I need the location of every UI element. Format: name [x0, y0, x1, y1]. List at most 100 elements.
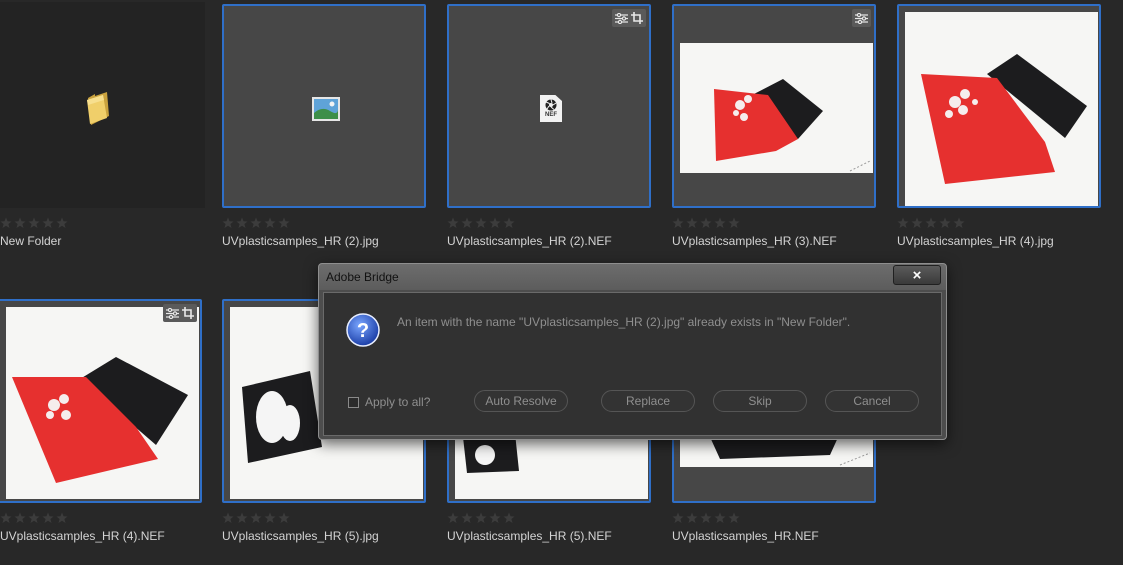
checkbox-box[interactable] — [348, 396, 359, 408]
adjust-icon — [615, 12, 628, 24]
photo-thumbnail — [905, 12, 1098, 206]
thumbnail-tile[interactable] — [0, 2, 205, 208]
star-icon[interactable] — [28, 217, 40, 229]
star-icon[interactable] — [503, 512, 515, 524]
star-icon[interactable] — [447, 217, 459, 229]
thumbnail-tile[interactable]: NEF — [447, 4, 651, 208]
star-icon[interactable] — [939, 217, 951, 229]
star-icon[interactable] — [953, 217, 965, 229]
star-icon[interactable] — [236, 512, 248, 524]
apply-to-all-label: Apply to all? — [365, 395, 431, 409]
file-name: UVplasticsamples_HR (3).NEF — [672, 234, 837, 248]
badge-group — [612, 9, 646, 27]
star-icon[interactable] — [686, 512, 698, 524]
star-rating[interactable] — [222, 512, 294, 524]
auto-resolve-button[interactable]: Auto Resolve — [474, 390, 568, 412]
thumbnail-tile[interactable] — [897, 4, 1101, 208]
folder-icon — [87, 92, 109, 125]
close-button[interactable]: × — [893, 265, 941, 285]
star-icon[interactable] — [250, 217, 262, 229]
photo-thumbnail — [680, 43, 873, 173]
star-icon[interactable] — [447, 512, 459, 524]
file-name: UVplasticsamples_HR (2).NEF — [447, 234, 612, 248]
adjust-icon — [166, 307, 179, 319]
skip-button[interactable]: Skip — [713, 390, 807, 412]
star-rating[interactable] — [222, 217, 294, 229]
star-icon[interactable] — [28, 512, 40, 524]
star-icon[interactable] — [925, 217, 937, 229]
star-icon[interactable] — [897, 217, 909, 229]
file-name: UVplasticsamples_HR (2).jpg — [222, 234, 379, 248]
crop-icon — [182, 307, 194, 319]
star-icon[interactable] — [278, 217, 290, 229]
star-icon[interactable] — [56, 217, 68, 229]
star-icon[interactable] — [503, 217, 515, 229]
star-rating[interactable] — [447, 217, 519, 229]
dialog-title: Adobe Bridge — [326, 270, 399, 284]
question-icon: ? — [346, 313, 380, 347]
aperture-icon — [545, 99, 557, 111]
star-rating[interactable] — [0, 512, 72, 524]
file-name: UVplasticsamples_HR (4).NEF — [0, 529, 165, 543]
star-icon[interactable] — [700, 512, 712, 524]
star-icon[interactable] — [250, 512, 262, 524]
conflict-dialog: Adobe Bridge × ? An item with the name "… — [318, 263, 947, 440]
adjust-icon — [855, 12, 868, 24]
star-rating[interactable] — [672, 512, 744, 524]
star-icon[interactable] — [42, 217, 54, 229]
star-icon[interactable] — [264, 512, 276, 524]
cancel-button[interactable]: Cancel — [825, 390, 919, 412]
star-icon[interactable] — [686, 217, 698, 229]
file-name: New Folder — [0, 234, 62, 248]
star-icon[interactable] — [728, 512, 740, 524]
nef-label: NEF — [545, 112, 557, 118]
close-icon: × — [912, 266, 922, 284]
star-icon[interactable] — [475, 217, 487, 229]
star-icon[interactable] — [14, 217, 26, 229]
badge-group — [852, 9, 871, 27]
star-icon[interactable] — [461, 512, 473, 524]
star-icon[interactable] — [911, 217, 923, 229]
star-icon[interactable] — [42, 512, 54, 524]
badge-group — [163, 304, 197, 322]
star-icon[interactable] — [700, 217, 712, 229]
svg-text:?: ? — [357, 320, 369, 342]
star-icon[interactable] — [222, 217, 234, 229]
file-name: UVplasticsamples_HR (5).NEF — [447, 529, 612, 543]
star-rating[interactable] — [0, 217, 72, 229]
dialog-message: An item with the name "UVplasticsamples_… — [397, 315, 851, 329]
star-icon[interactable] — [672, 512, 684, 524]
star-icon[interactable] — [728, 217, 740, 229]
star-icon[interactable] — [264, 217, 276, 229]
star-icon[interactable] — [461, 217, 473, 229]
star-icon[interactable] — [14, 512, 26, 524]
star-icon[interactable] — [236, 217, 248, 229]
star-icon[interactable] — [714, 217, 726, 229]
thumbnail-tile[interactable] — [672, 4, 876, 208]
crop-icon — [631, 12, 643, 24]
star-icon[interactable] — [489, 217, 501, 229]
nef-file-icon: NEF — [540, 95, 562, 122]
star-rating[interactable] — [672, 217, 744, 229]
photo-thumbnail — [6, 307, 199, 499]
replace-button[interactable]: Replace — [601, 390, 695, 412]
star-icon[interactable] — [278, 512, 290, 524]
file-name: UVplasticsamples_HR (5).jpg — [222, 529, 379, 543]
star-icon[interactable] — [672, 217, 684, 229]
star-icon[interactable] — [222, 512, 234, 524]
file-name: UVplasticsamples_HR.NEF — [672, 529, 819, 543]
thumbnail-tile[interactable] — [0, 299, 202, 503]
star-icon[interactable] — [0, 512, 12, 524]
star-rating[interactable] — [897, 217, 969, 229]
star-icon[interactable] — [475, 512, 487, 524]
star-icon[interactable] — [56, 512, 68, 524]
image-file-icon — [312, 97, 340, 121]
star-icon[interactable] — [0, 217, 12, 229]
star-icon[interactable] — [714, 512, 726, 524]
thumbnail-tile[interactable] — [222, 4, 426, 208]
dialog-body: ? An item with the name "UVplasticsample… — [323, 292, 942, 436]
star-icon[interactable] — [489, 512, 501, 524]
star-rating[interactable] — [447, 512, 519, 524]
file-name: UVplasticsamples_HR (4).jpg — [897, 234, 1054, 248]
apply-to-all-checkbox[interactable]: Apply to all? — [348, 395, 430, 409]
